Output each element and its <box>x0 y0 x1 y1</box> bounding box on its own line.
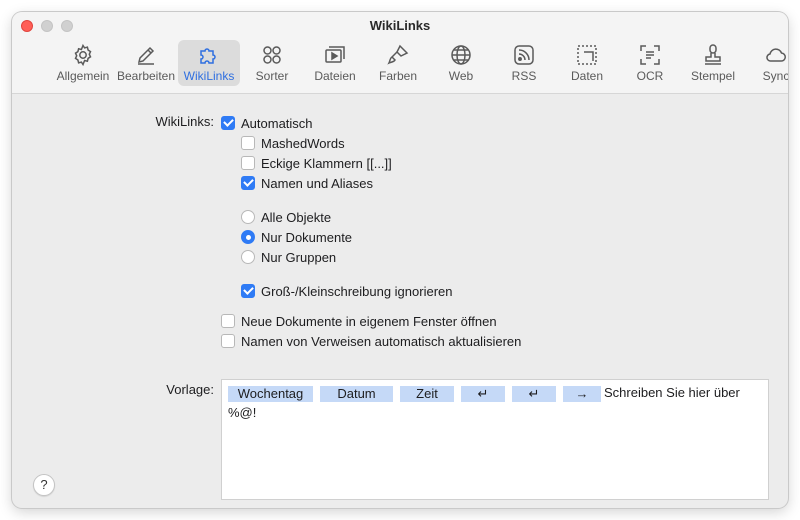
checkbox-label: Namen von Verweisen automatisch aktualis… <box>241 333 522 349</box>
window-title: WikiLinks <box>369 18 431 33</box>
radio-nur-dokumente[interactable]: Nur Dokumente <box>241 228 352 246</box>
radio-nur-gruppen[interactable]: Nur Gruppen <box>241 248 336 266</box>
checkbox-checked-icon <box>241 176 255 190</box>
stamp-icon <box>701 43 725 67</box>
tab-label: Dateien <box>314 69 356 83</box>
automatisch-checkbox[interactable]: Automatisch <box>221 114 313 132</box>
preferences-window: WikiLinks Allgemein Bearbeiten WikiLinks <box>12 12 788 508</box>
puzzle-icon <box>197 43 221 67</box>
checkbox-checked-icon <box>241 284 255 298</box>
checkbox-unchecked-icon <box>221 334 235 348</box>
radio-label: Nur Dokumente <box>261 229 353 245</box>
gear-icon <box>71 43 95 67</box>
tab-sorter[interactable]: Sorter <box>241 40 303 86</box>
checkbox-checked-icon <box>221 116 235 130</box>
tab-stempel[interactable]: Stempel <box>682 40 744 86</box>
tab-label: Allgemein <box>56 69 110 83</box>
radio-label: Nur Gruppen <box>261 249 337 265</box>
tab-label: Sorter <box>255 69 289 83</box>
update-names-checkbox[interactable]: Namen von Verweisen automatisch aktualis… <box>221 332 521 350</box>
case-ignore-checkbox[interactable]: Groß-/Kleinschreibung ignorieren <box>241 282 452 300</box>
tab-web[interactable]: Web <box>430 40 492 86</box>
data-icon <box>575 43 599 67</box>
preferences-toolbar: Allgemein Bearbeiten WikiLinks Sorter Da… <box>52 40 788 88</box>
tab-label: Stempel <box>690 69 736 83</box>
tab-ocr[interactable]: OCR <box>619 40 681 86</box>
files-icon <box>323 43 347 67</box>
circles-icon <box>260 43 284 67</box>
tab-rss[interactable]: RSS <box>493 40 555 86</box>
radio-off-icon <box>241 250 255 264</box>
checkbox-label: Eckige Klammern [[...]] <box>261 155 392 171</box>
tab-label: RSS <box>511 69 537 83</box>
template-token-datum[interactable]: Datum <box>320 385 393 402</box>
template-editor[interactable]: Wochentag Datum Zeit ↵ ↵ → Schreiben Sie hier … <box>221 379 769 500</box>
template-token-return[interactable]: ↵ <box>512 385 556 402</box>
namen-aliases-checkbox[interactable]: Namen und Aliases <box>241 174 373 192</box>
template-token-return[interactable]: ↵ <box>461 385 505 402</box>
template-token-wochentag[interactable]: Wochentag <box>228 385 313 402</box>
tab-daten[interactable]: Daten <box>556 40 618 86</box>
checkbox-unchecked-icon <box>241 156 255 170</box>
radio-on-icon <box>241 230 255 244</box>
ocr-icon <box>638 43 662 67</box>
tab-label: Web <box>448 69 474 83</box>
tab-sync[interactable]: Sync <box>745 40 788 86</box>
template-token-tab[interactable]: → <box>563 385 601 402</box>
tab-wikilinks[interactable]: WikiLinks <box>178 40 240 86</box>
radio-alle-objekte[interactable]: Alle Objekte <box>241 208 331 226</box>
checkbox-unchecked-icon <box>241 136 255 150</box>
template-token-zeit[interactable]: Zeit <box>400 385 454 402</box>
checkbox-label: MashedWords <box>261 135 345 151</box>
new-window-checkbox[interactable]: Neue Dokumente in eigenem Fenster öffnen <box>221 312 497 330</box>
tab-label: WikiLinks <box>183 69 235 83</box>
title-bar: WikiLinks Allgemein Bearbeiten WikiLinks <box>12 12 788 94</box>
vorlage-label: Vorlage: <box>166 382 214 397</box>
tab-bearbeiten[interactable]: Bearbeiten <box>115 40 177 86</box>
checkbox-label: Groß-/Kleinschreibung ignorieren <box>261 283 453 299</box>
mashedwords-checkbox[interactable]: MashedWords <box>241 134 345 152</box>
tab-label: Daten <box>570 69 604 83</box>
brush-icon <box>386 43 410 67</box>
checkbox-unchecked-icon <box>221 314 235 328</box>
tab-dateien[interactable]: Dateien <box>304 40 366 86</box>
tab-label: Bearbeiten <box>116 69 176 83</box>
eckige-klammern-checkbox[interactable]: Eckige Klammern [[...]] <box>241 154 392 172</box>
checkbox-label: Neue Dokumente in eigenem Fenster öffnen <box>241 313 497 329</box>
tab-label: Farben <box>378 69 418 83</box>
wikilinks-label: WikiLinks: <box>155 114 214 129</box>
checkbox-label: Automatisch <box>241 115 313 131</box>
tab-allgemein[interactable]: Allgemein <box>52 40 114 86</box>
radio-label: Alle Objekte <box>261 209 332 225</box>
tab-farben[interactable]: Farben <box>367 40 429 86</box>
tab-label: Sync <box>762 69 788 83</box>
pencil-icon <box>134 43 158 67</box>
checkbox-label: Namen und Aliases <box>261 175 374 191</box>
globe-icon <box>449 43 473 67</box>
cloud-icon <box>764 43 788 67</box>
tab-label: OCR <box>636 69 664 83</box>
wikilinks-pane: WikiLinks: Automatisch MashedWords Eckig… <box>12 94 788 508</box>
rss-icon <box>512 43 536 67</box>
help-button[interactable]: ? <box>33 474 55 496</box>
radio-off-icon <box>241 210 255 224</box>
